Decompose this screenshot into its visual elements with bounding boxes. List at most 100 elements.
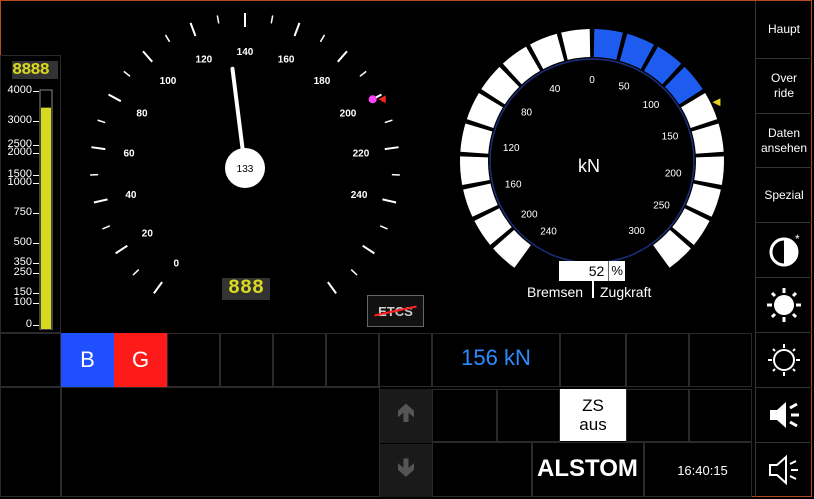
speed-tick-label: 180 (314, 76, 331, 87)
grid-cell (626, 333, 689, 387)
data-line2: ansehen (760, 140, 808, 155)
traction-label: Zugkraft (600, 284, 652, 300)
speed-tick-label: 100 (160, 76, 177, 87)
percent-sign: % (611, 263, 623, 278)
data-view-button[interactable]: Daten ansehen (755, 114, 812, 168)
grid-cell (167, 333, 220, 387)
override-line1: Over (770, 71, 797, 85)
force-segment (460, 123, 493, 154)
haupt-label: Haupt (767, 22, 801, 36)
grid-cell (326, 333, 379, 387)
speed-tick (216, 15, 220, 24)
haupt-button[interactable]: Haupt (755, 1, 812, 59)
force-tick-label: 160 (505, 180, 522, 191)
force-segment (460, 156, 490, 186)
volume-down-icon (769, 454, 798, 486)
force-tick-label: 100 (643, 100, 660, 111)
force-readout: 156 kN (461, 345, 531, 370)
brightness-up-button[interactable] (755, 278, 812, 333)
speed-tick-label: 80 (136, 109, 148, 120)
arrow-up-icon: 🢁 (396, 397, 416, 427)
brightness-down-button[interactable] (755, 333, 812, 388)
speed-tick (153, 281, 163, 294)
b-label: B (80, 347, 95, 372)
brand-logo: ALSTOM (537, 455, 638, 482)
force-tick-label: 200 (665, 168, 682, 179)
grid-cell (497, 389, 560, 442)
speed-tick (123, 70, 131, 77)
grid-cell (432, 389, 497, 442)
speed-tick-label: 220 (353, 148, 370, 159)
speed-tick (102, 225, 111, 230)
speed-tick (362, 244, 375, 255)
speed-tick (379, 225, 388, 230)
speed-tick-label: 120 (196, 54, 213, 65)
center-divider (592, 280, 594, 298)
force-tick-label: 0 (589, 75, 595, 86)
zs-line2: aus (579, 415, 607, 434)
force-segment (691, 123, 724, 154)
override-button[interactable]: Over ride (755, 59, 812, 114)
grid-cell (432, 442, 532, 497)
volume-up-button[interactable] (755, 388, 812, 443)
speed-tick-label: 240 (351, 190, 368, 201)
spezial-button[interactable]: Spezial (755, 168, 812, 223)
speed-tick-label: 20 (142, 228, 154, 239)
speed-tick (359, 70, 367, 77)
g-indicator: G (114, 333, 167, 387)
zs-button[interactable]: ZS aus (560, 389, 626, 441)
speed-tick-label: 0 (173, 259, 179, 270)
speed-tick (164, 34, 171, 43)
current-speed: 133 (237, 164, 254, 175)
force-gauge: 0408012016020024050100150200250300 (460, 29, 724, 268)
arrow-down-icon: 🢃 (396, 451, 416, 482)
speed-tick (93, 198, 108, 204)
speed-tick (189, 22, 197, 37)
grid-cell (0, 333, 61, 387)
force-tick-label: 50 (618, 82, 630, 93)
arrow-up-button[interactable]: 🢁 (380, 389, 432, 443)
percent-field: 52 % (559, 261, 625, 281)
speed-digits: 888 (222, 278, 270, 300)
target-speed-marker (368, 95, 377, 104)
grid-cell (560, 333, 626, 387)
speed-tick-label: 160 (278, 54, 295, 65)
grid-cell (61, 387, 380, 497)
force-segment (593, 29, 623, 60)
speed-tick (384, 146, 399, 151)
spezial-label: Spezial (764, 187, 804, 202)
force-limit-marker (712, 98, 721, 107)
force-tick-label: 120 (503, 143, 520, 154)
arrow-down-button[interactable]: 🢃 (380, 444, 432, 497)
grid-cell (379, 333, 432, 387)
contrast-icon: * (769, 232, 800, 267)
grid-cell (689, 389, 752, 442)
speed-tick (382, 198, 397, 204)
percent-value: 52 (559, 261, 610, 281)
speed-tick (293, 22, 301, 37)
speed-tick-label: 200 (340, 109, 357, 120)
volume-up-icon (770, 402, 799, 428)
brightness-up-icon (767, 288, 801, 322)
g-label: G (131, 347, 150, 372)
contrast-button[interactable]: * (755, 223, 812, 278)
override-line2: ride (773, 86, 794, 100)
grid-cell (273, 333, 326, 387)
grid-cell (689, 333, 752, 387)
volume-down-button[interactable] (755, 443, 812, 497)
grid-cell (0, 387, 61, 497)
force-unit: kN (578, 156, 600, 176)
etcs-button[interactable]: ETCS (367, 295, 424, 327)
speed-tick-label: 40 (125, 190, 137, 201)
data-line1: Daten (767, 125, 801, 140)
speed-tick-label: 140 (237, 47, 254, 58)
speed-tick-label: 60 (123, 148, 135, 159)
brake-label: Bremsen (527, 284, 584, 300)
speed-tick (132, 269, 140, 276)
force-segment (694, 156, 724, 186)
force-tick-label: 240 (540, 227, 557, 238)
force-tick-label: 200 (521, 210, 538, 221)
grid-cell (626, 389, 689, 442)
force-tick-label: 250 (653, 200, 670, 211)
clock: 16:40:15 (677, 463, 728, 478)
